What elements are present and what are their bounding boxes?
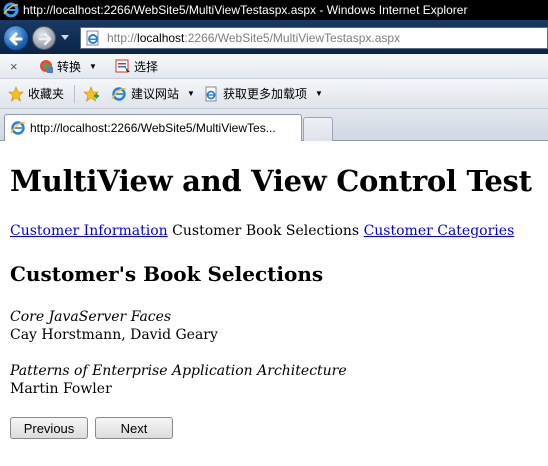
tab-ie-icon: [10, 121, 26, 135]
select-button[interactable]: 选择: [115, 58, 158, 75]
previous-button[interactable]: Previous: [10, 417, 88, 439]
convert-icon: [40, 60, 53, 73]
book-item: Patterns of Enterprise Application Archi…: [10, 362, 347, 398]
new-tab-button[interactable]: [303, 117, 333, 141]
favorites-bar: 收藏夹 建议网站 ▼ 获取更多加载项 ▼: [0, 79, 548, 109]
book-title: Patterns of Enterprise Application Archi…: [10, 363, 347, 379]
window-title-bar: http://localhost:2266/WebSite5/MultiView…: [0, 0, 548, 20]
convert-button[interactable]: 转换 ▼: [38, 58, 97, 75]
chevron-down-icon[interactable]: ▼: [89, 62, 97, 71]
forward-arrow-icon: [38, 32, 52, 46]
book-title: Core JavaServer Faces: [10, 309, 172, 325]
tab-active[interactable]: http://localhost:2266/WebSite5/MultiView…: [4, 114, 302, 141]
get-addons-button[interactable]: 获取更多加载项 ▼: [203, 85, 323, 102]
recent-pages-dropdown-icon[interactable]: [61, 35, 69, 41]
chevron-down-icon[interactable]: ▼: [315, 89, 323, 98]
tab-strip: http://localhost:2266/WebSite5/MultiView…: [0, 109, 548, 141]
tab-label: http://localhost:2266/WebSite5/MultiView…: [30, 121, 276, 135]
forward-button[interactable]: [32, 26, 56, 50]
suggested-sites-button[interactable]: 建议网站 ▼: [111, 85, 195, 102]
chevron-down-icon[interactable]: ▼: [187, 89, 195, 98]
page-title: MultiView and View Control Test: [10, 164, 532, 198]
navigation-bar: http://localhost:2266/WebSite5/MultiView…: [0, 20, 548, 54]
address-input[interactable]: http://localhost:2266/WebSite5/MultiView…: [80, 27, 548, 49]
window-title: http://localhost:2266/WebSite5/MultiView…: [23, 3, 468, 17]
section-title: Customer's Book Selections: [10, 262, 324, 286]
book-author: Martin Fowler: [10, 381, 112, 397]
page-content: MultiView and View Control Test Customer…: [0, 142, 548, 466]
addons-page-icon: [205, 86, 217, 101]
book-item: Core JavaServer Faces Cay Horstmann, Dav…: [10, 308, 218, 344]
favorites-star-icon: [8, 85, 24, 102]
customer-information-link[interactable]: Customer Information: [10, 223, 168, 239]
back-arrow-icon: [9, 32, 23, 46]
book-author: Cay Horstmann, David Geary: [10, 327, 218, 343]
ie-page-icon: [111, 86, 127, 101]
toolbar-separator: [74, 84, 76, 103]
add-to-favorites-button[interactable]: [83, 85, 103, 102]
next-button[interactable]: Next: [95, 417, 173, 439]
customer-categories-link[interactable]: Customer Categories: [364, 223, 515, 239]
view-nav-links: Customer Information Customer Book Selec…: [10, 223, 514, 239]
customer-book-selections-label: Customer Book Selections: [172, 223, 360, 239]
internet-explorer-icon: [3, 2, 19, 18]
page-ie-icon: [86, 30, 99, 46]
favorites-button[interactable]: 收藏夹: [8, 85, 64, 102]
close-toolbar-icon[interactable]: ×: [10, 59, 20, 74]
add-favorite-icon: [83, 85, 100, 102]
command-bar: × 转换 ▼ 选择: [0, 54, 548, 79]
select-icon: [115, 59, 130, 73]
address-url: http://localhost:2266/WebSite5/MultiView…: [107, 31, 401, 45]
back-button[interactable]: [3, 25, 29, 51]
